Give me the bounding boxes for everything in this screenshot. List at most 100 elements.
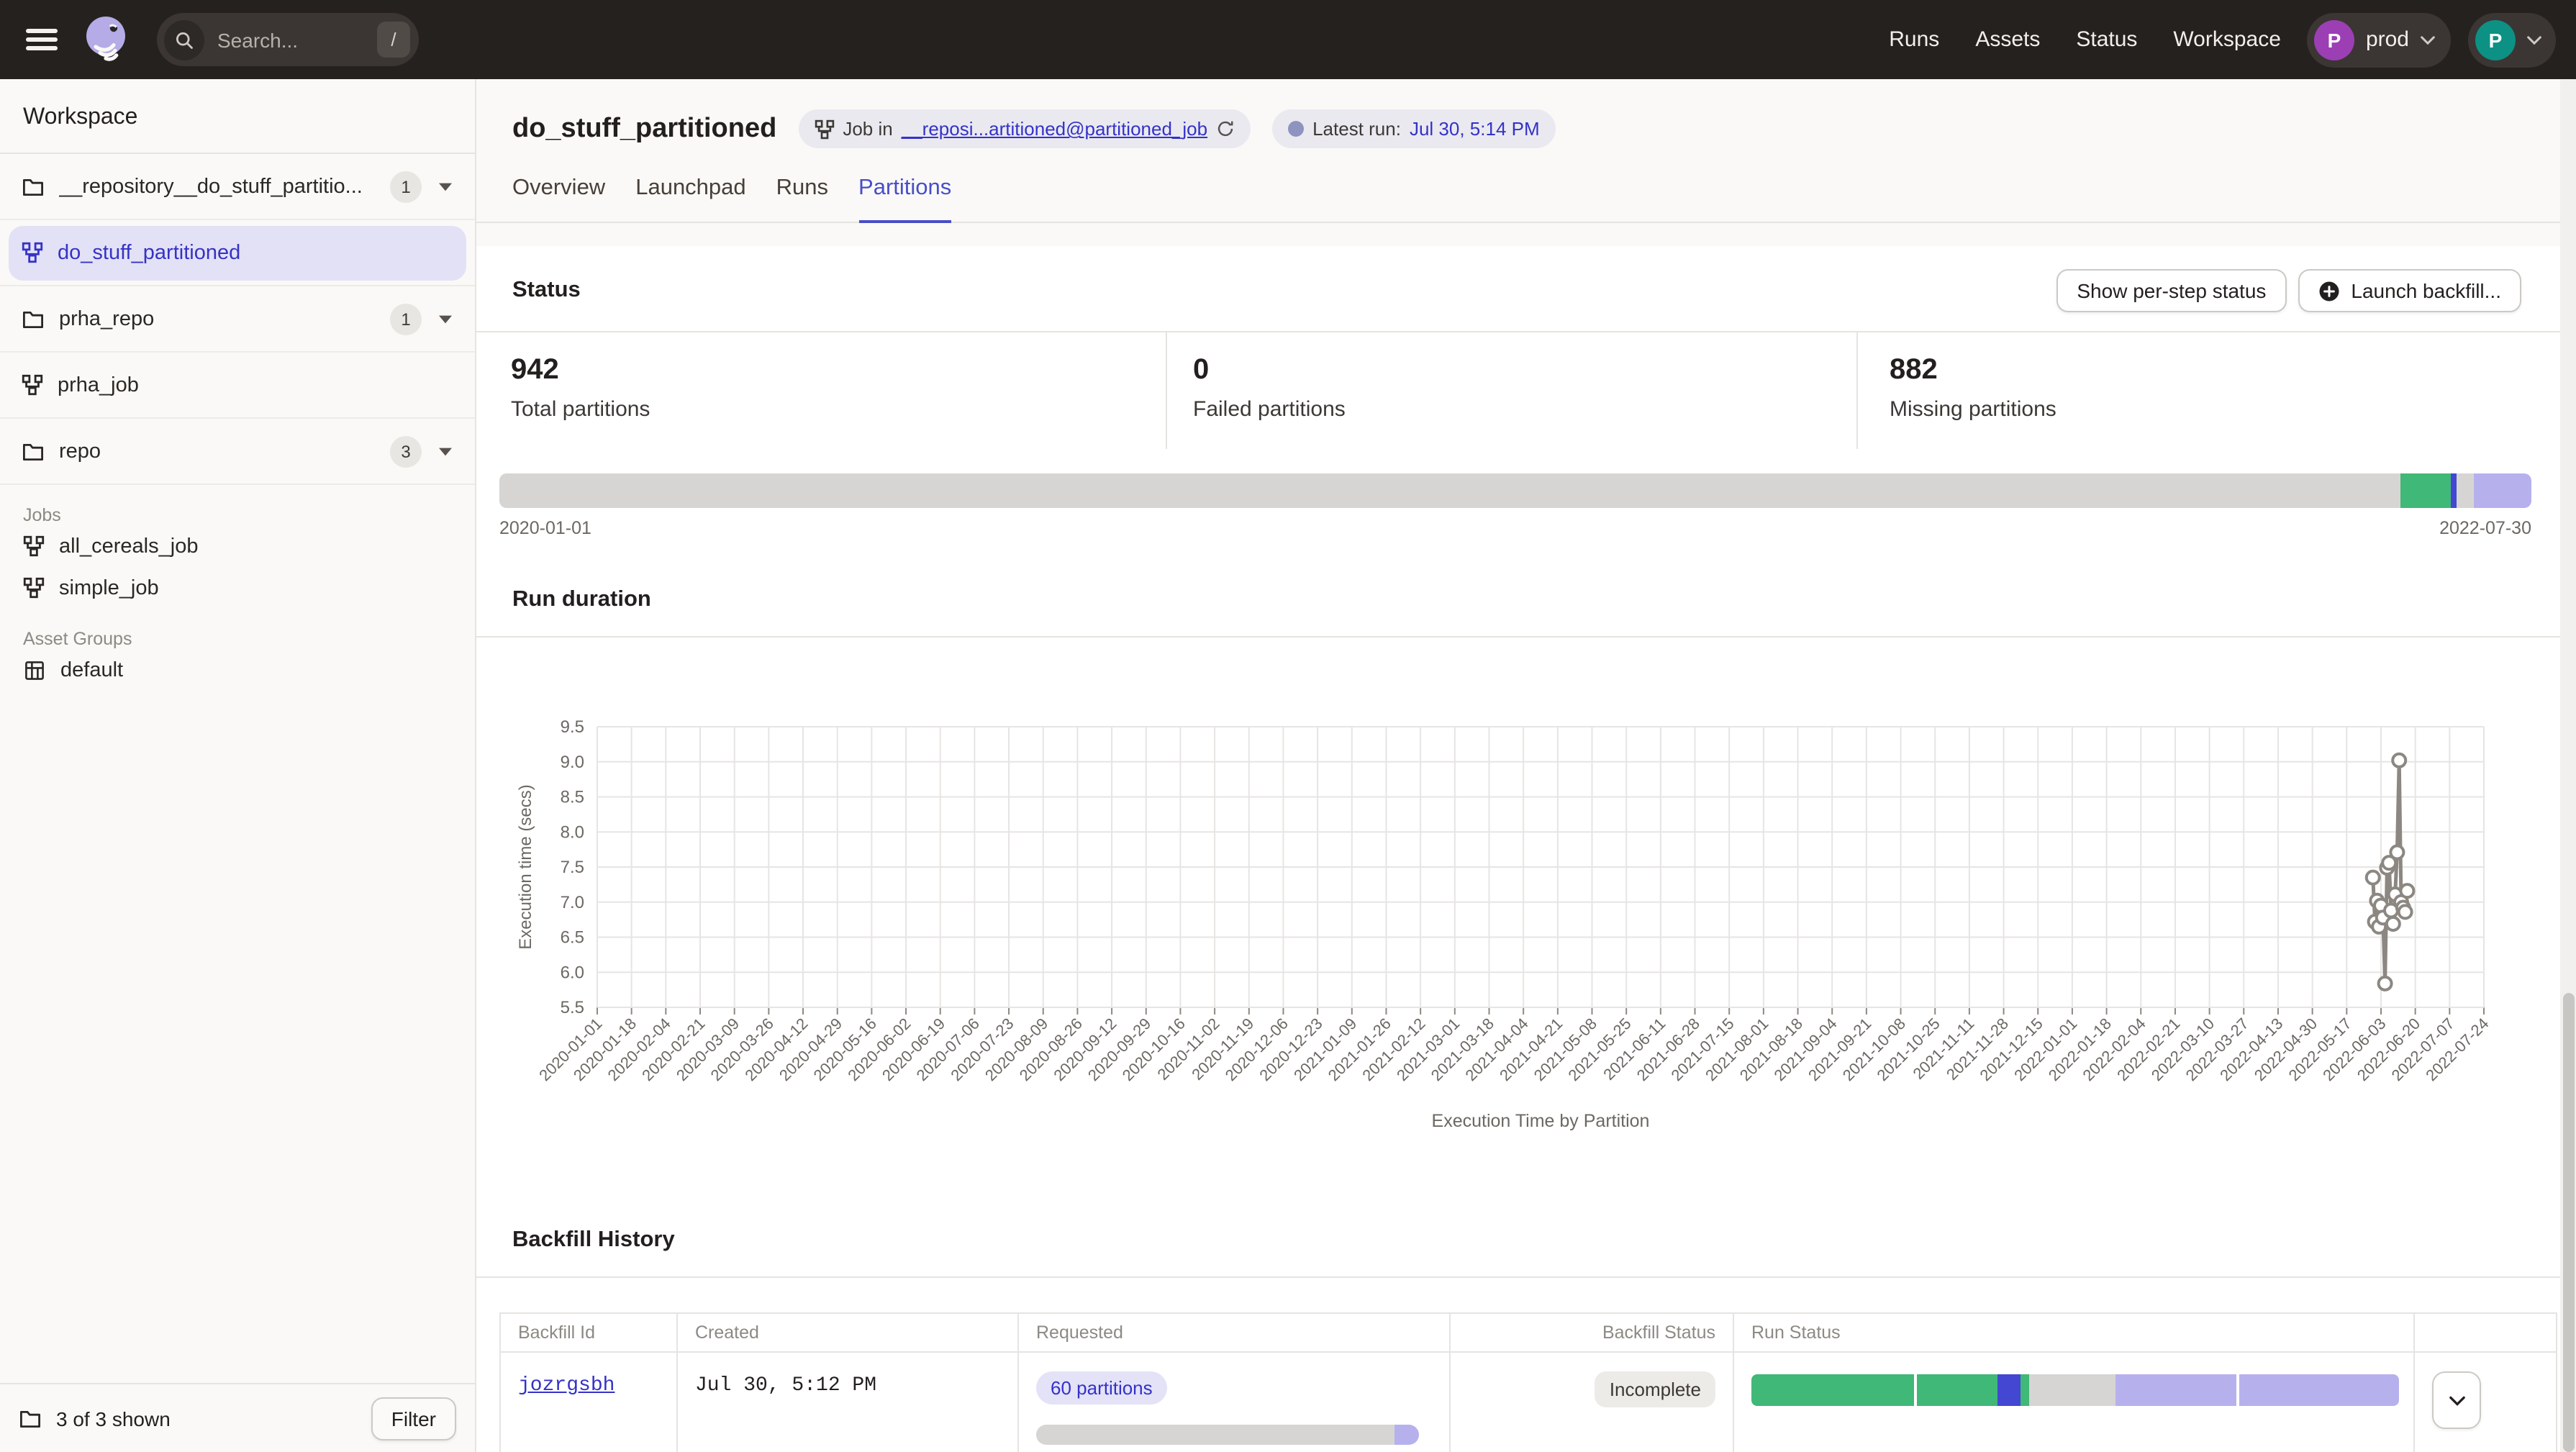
jobs-list: all_cereals_jobsimple_job	[0, 525, 475, 609]
folder-icon	[22, 307, 45, 330]
requested-partitions-badge[interactable]: 60 partitions	[1036, 1371, 1167, 1405]
segment-missing	[2457, 473, 2474, 508]
sidebar-job-all_cereals_job[interactable]: all_cereals_job	[0, 525, 475, 567]
app: Search... / Runs Assets Status Workspace…	[0, 0, 2576, 1452]
backfill-id-link[interactable]: jozrgsbh	[518, 1374, 614, 1397]
search-input[interactable]: Search... /	[157, 13, 419, 66]
svg-text:6.0: 6.0	[561, 963, 584, 982]
sidebar-footer: 3 of 3 shown Filter	[0, 1383, 475, 1452]
run-duration-heading: Run duration	[512, 587, 2576, 613]
caret-down-icon[interactable]	[439, 314, 452, 323]
folder-icon	[22, 175, 45, 198]
folder-icon	[22, 440, 45, 463]
svg-text:6.5: 6.5	[561, 928, 584, 948]
job-icon	[22, 374, 43, 396]
backfill-created: Jul 30, 5:12 PM	[695, 1374, 876, 1397]
requested-range-bar	[1036, 1425, 1419, 1445]
partition-range-end: 2022-07-30	[2439, 518, 2531, 538]
count-badge: 1	[390, 171, 422, 202]
job-origin-link[interactable]: __reposi...artitioned@partitioned_job	[902, 118, 1207, 140]
caret-down-icon[interactable]	[439, 447, 452, 455]
tab-bar: Overview Launchpad Runs Partitions	[476, 176, 2576, 223]
nav-runs[interactable]: Runs	[1889, 27, 1939, 52]
status-header-row: Status Show per-step status Launch backf…	[476, 246, 2576, 331]
nav-assets[interactable]: Assets	[1975, 27, 2040, 52]
svg-text:5.5: 5.5	[561, 998, 584, 1017]
sidebar-asset-group-default[interactable]: default	[0, 649, 475, 691]
page-head: do_stuff_partitioned Job in __reposi...a…	[476, 79, 2576, 148]
top-nav: Runs Assets Status Workspace	[1889, 27, 2281, 52]
job-icon	[814, 119, 834, 139]
filter-button[interactable]: Filter	[371, 1397, 456, 1440]
sidebar-item-repo[interactable]: repo 3	[0, 419, 475, 485]
svg-text:8.0: 8.0	[561, 822, 584, 842]
menu-icon[interactable]	[26, 29, 58, 50]
table-header-row: Backfill Id Created Requested Backfill S…	[500, 1313, 2557, 1352]
nav-workspace[interactable]: Workspace	[2173, 27, 2281, 52]
svg-text:Execution time (secs): Execution time (secs)	[516, 784, 535, 949]
backfill-history-heading: Backfill History	[512, 1228, 2576, 1253]
plus-circle-icon	[2318, 280, 2339, 301]
count-badge: 1	[390, 303, 422, 335]
tab-runs[interactable]: Runs	[776, 176, 828, 223]
scrollbar-thumb[interactable]	[2562, 993, 2574, 1452]
job-origin-prefix: Job in	[843, 118, 892, 140]
run-duration-chart: 2020-01-012020-01-182020-02-042020-02-21…	[476, 663, 2576, 1145]
expand-row-button[interactable]	[2432, 1371, 2481, 1429]
segment-requested	[1036, 1425, 1394, 1445]
search-icon	[164, 19, 204, 60]
asset-groups-list: default	[0, 649, 475, 691]
tab-launchpad[interactable]: Launchpad	[635, 176, 745, 223]
topbar: Search... / Runs Assets Status Workspace…	[0, 0, 2576, 79]
segment-success	[1914, 1374, 1997, 1406]
search-placeholder: Search...	[217, 28, 377, 51]
user-avatar: P	[2475, 19, 2516, 60]
job-origin-tag: Job in __reposi...artitioned@partitioned…	[798, 109, 1251, 148]
col-created: Created	[677, 1313, 1018, 1352]
sidebar-title: Workspace	[0, 79, 475, 154]
segment-success	[1751, 1374, 1914, 1406]
page-scrollbar[interactable]	[2560, 79, 2576, 1452]
stat-failed-partitions: 0 Failed partitions	[1166, 332, 1856, 449]
sidebar-item-prha-job[interactable]: prha_job	[0, 353, 475, 419]
user-menu[interactable]: P	[2468, 12, 2556, 67]
asset-groups-section-label: Asset Groups	[0, 629, 475, 649]
nav-status[interactable]: Status	[2076, 27, 2137, 52]
launch-backfill-button[interactable]: Launch backfill...	[2298, 269, 2521, 312]
run-status-bar[interactable]	[1751, 1374, 2399, 1406]
stat-total-partitions: 942 Total partitions	[476, 332, 1166, 449]
deployment-label: prod	[2366, 27, 2409, 52]
segment-queued	[2236, 1374, 2399, 1406]
sidebar-job-simple_job[interactable]: simple_job	[0, 567, 475, 609]
deployment-switcher[interactable]: P prod	[2307, 12, 2451, 67]
tab-overview[interactable]: Overview	[512, 176, 605, 223]
col-run-status: Run Status	[1733, 1313, 2414, 1352]
workspace-list: __repository__do_stuff_partitio... 1 do_…	[0, 154, 475, 485]
segment-in_progress	[1997, 1374, 2020, 1406]
svg-text:9.5: 9.5	[561, 717, 584, 737]
latest-run-link[interactable]: Jul 30, 5:14 PM	[1410, 118, 1540, 140]
caret-down-icon[interactable]	[439, 182, 452, 191]
show-per-step-status-button[interactable]: Show per-step status	[2056, 269, 2286, 312]
col-backfill-status: Backfill Status	[1450, 1313, 1733, 1352]
sidebar-item-do-stuff-partitioned[interactable]: do_stuff_partitioned	[0, 220, 475, 286]
sidebar-item--repository-do-stuff-partitio-[interactable]: __repository__do_stuff_partitio... 1	[0, 154, 475, 220]
tab-partitions[interactable]: Partitions	[858, 176, 951, 223]
app-logo-icon[interactable]	[81, 13, 134, 66]
col-actions	[2414, 1313, 2557, 1352]
run-status-dot-icon	[1288, 121, 1304, 137]
sidebar-item-prha-repo[interactable]: prha_repo 1	[0, 286, 475, 353]
stat-missing-partitions: 882 Missing partitions	[1856, 332, 2576, 449]
main: do_stuff_partitioned Job in __reposi...a…	[476, 79, 2576, 1452]
segment-queued	[1394, 1425, 1419, 1445]
jobs-section-label: Jobs	[0, 505, 475, 525]
count-badge: 3	[390, 435, 422, 467]
svg-text:Execution Time by Partition: Execution Time by Partition	[1432, 1111, 1650, 1131]
segment-success	[2400, 473, 2450, 508]
page-title: do_stuff_partitioned	[512, 113, 776, 145]
partitions-content: Status Show per-step status Launch backf…	[476, 246, 2576, 1452]
table-row: jozrgsbh Jul 30, 5:12 PM 60 partitions 2…	[500, 1352, 2557, 1452]
partition-status-bar[interactable]	[499, 473, 2531, 508]
folder-icon	[19, 1407, 42, 1430]
refresh-icon[interactable]	[1216, 119, 1235, 138]
